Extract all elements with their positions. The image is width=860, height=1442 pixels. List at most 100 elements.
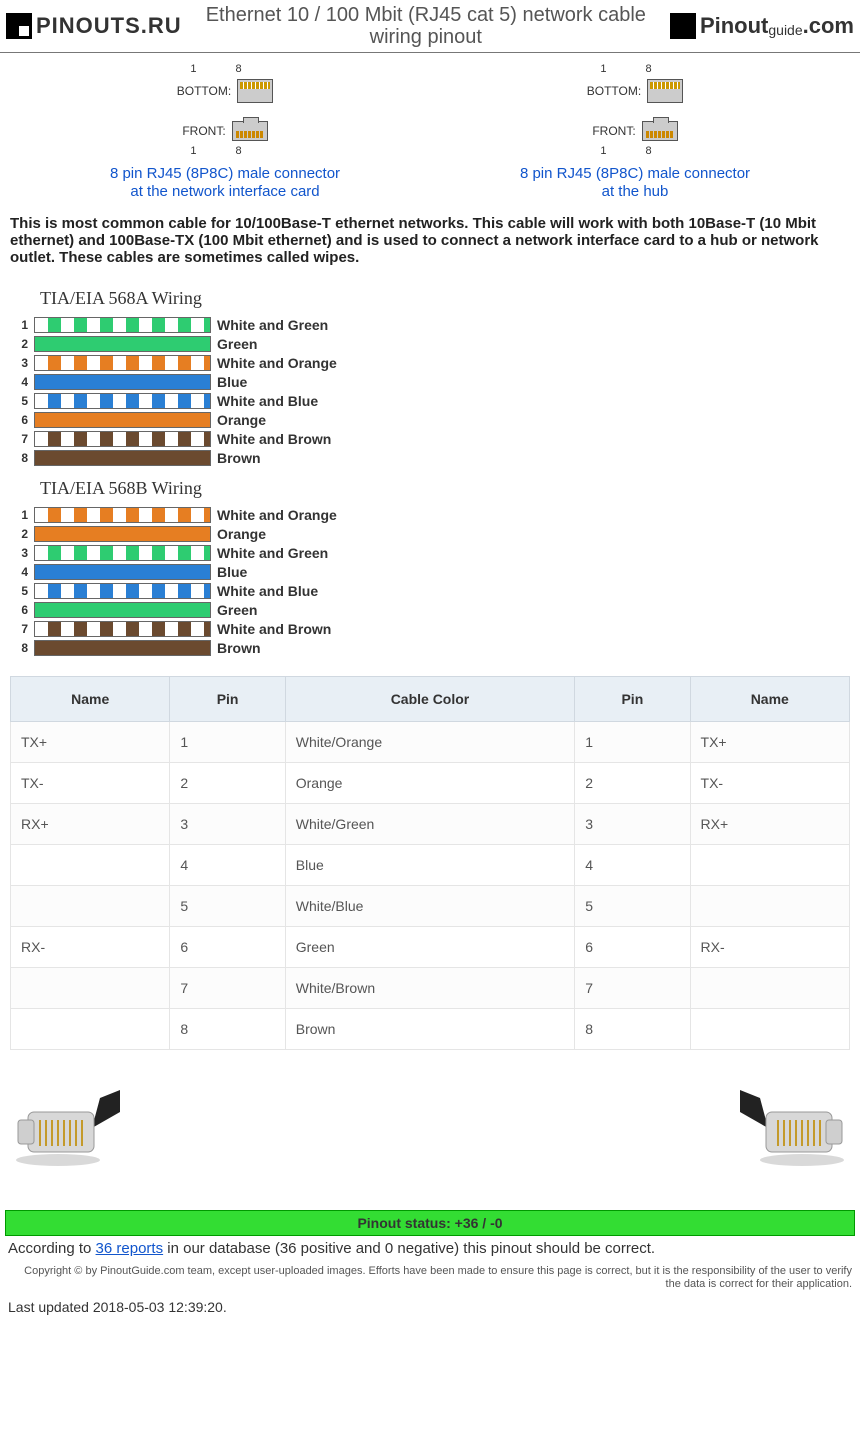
wire-number: 1 <box>10 508 28 522</box>
wire-number: 8 <box>10 451 28 465</box>
wire-label: Blue <box>217 564 247 580</box>
table-cell: Brown <box>285 1009 574 1050</box>
connector-front-icon <box>232 121 268 141</box>
plug-photos <box>0 1060 860 1210</box>
table-cell: RX- <box>11 927 170 968</box>
table-cell: RX- <box>690 927 849 968</box>
wire-label: Orange <box>217 526 266 542</box>
connector-left: 1 8 BOTTOM: FRONT: 1 8 8 pin RJ45 (8P8C)… <box>110 63 340 201</box>
table-cell <box>690 886 849 927</box>
front-label: FRONT: <box>592 124 635 138</box>
front-label: FRONT: <box>182 124 225 138</box>
wire-color-bar <box>34 393 211 409</box>
wire-row: 5 White and Blue <box>10 583 850 599</box>
bottom-label: BOTTOM: <box>177 84 231 98</box>
logo-left-icon <box>6 13 32 39</box>
wire-color-bar <box>34 564 211 580</box>
wire-label: Green <box>217 602 257 618</box>
wire-label: White and Brown <box>217 621 331 637</box>
wire-label: White and Green <box>217 545 328 561</box>
table-cell: 3 <box>575 804 690 845</box>
table-row: 8Brown8 <box>11 1009 850 1050</box>
wire-number: 2 <box>10 527 28 541</box>
table-cell <box>11 1009 170 1050</box>
wire-number: 5 <box>10 584 28 598</box>
table-cell: White/Green <box>285 804 574 845</box>
wire-label: Brown <box>217 640 261 656</box>
table-header: Pin <box>170 677 285 722</box>
rj45-plug-left-icon <box>10 1090 120 1170</box>
wire-number: 3 <box>10 356 28 370</box>
copyright-text: Copyright © by PinoutGuide.com team, exc… <box>0 1261 860 1295</box>
table-header: Name <box>690 677 849 722</box>
wire-row: 2 Orange <box>10 526 850 542</box>
table-cell: Blue <box>285 845 574 886</box>
wire-color-bar <box>34 583 211 599</box>
connector-diagrams: 1 8 BOTTOM: FRONT: 1 8 8 pin RJ45 (8P8C)… <box>0 53 860 209</box>
reports-link[interactable]: 36 reports <box>96 1240 164 1257</box>
wire-row: 4Blue <box>10 374 850 390</box>
pin-numbers-top: 1 8 <box>190 63 259 75</box>
wire-color-bar <box>34 640 211 656</box>
wire-label: White and Orange <box>217 507 337 523</box>
wire-row: 2 Green <box>10 336 850 352</box>
wire-row: 8Brown <box>10 450 850 466</box>
table-cell: 6 <box>575 927 690 968</box>
wire-number: 2 <box>10 337 28 351</box>
wire-number: 4 <box>10 565 28 579</box>
rj45-plug-right-icon <box>740 1090 850 1170</box>
table-cell <box>11 968 170 1009</box>
table-cell: Orange <box>285 763 574 804</box>
table-cell: 4 <box>170 845 285 886</box>
wire-number: 6 <box>10 603 28 617</box>
wire-number: 8 <box>10 641 28 655</box>
status-text: According to 36 reports in our database … <box>0 1236 860 1261</box>
wire-color-bar <box>34 450 211 466</box>
table-row: TX+1White/Orange1TX+ <box>11 722 850 763</box>
wire-color-bar <box>34 336 211 352</box>
wire-row: 4 Blue <box>10 564 850 580</box>
wire-label: White and Blue <box>217 583 318 599</box>
table-cell: 1 <box>170 722 285 763</box>
wire-number: 6 <box>10 413 28 427</box>
wire-color-bar <box>34 602 211 618</box>
wire-color-bar <box>34 317 211 333</box>
wire-row: 7White and Brown <box>10 621 850 637</box>
wire-label: Blue <box>217 374 247 390</box>
wire-row: 6Orange <box>10 412 850 428</box>
table-row: 7White/Brown7 <box>11 968 850 1009</box>
wiring-568a-title: TIA/EIA 568A Wiring <box>40 288 850 309</box>
table-body: TX+1White/Orange1TX+TX-2Orange2TX-RX+3Wh… <box>11 722 850 1050</box>
wire-color-bar <box>34 545 211 561</box>
wire-row: 7White and Brown <box>10 431 850 447</box>
table-header-row: NamePinCable ColorPinName <box>11 677 850 722</box>
table-header: Name <box>11 677 170 722</box>
connector-right-link[interactable]: 8 pin RJ45 (8P8C) male connectorat the h… <box>520 165 750 201</box>
last-updated: Last updated 2018-05-03 12:39:20. <box>0 1295 860 1331</box>
table-cell: 5 <box>575 886 690 927</box>
wire-color-bar <box>34 355 211 371</box>
logo-pinouts-ru[interactable]: PINOUTS.RU <box>6 13 182 39</box>
pin-numbers-bottom: 1 8 <box>190 145 259 157</box>
wire-label: Green <box>217 336 257 352</box>
wire-row: 3White and Orange <box>10 355 850 371</box>
table-cell: TX+ <box>11 722 170 763</box>
table-cell <box>11 845 170 886</box>
logo-pinoutguide[interactable]: Pinoutguide.com <box>670 13 854 39</box>
wiring-568b: TIA/EIA 568B Wiring 1White and Orange2Or… <box>0 478 860 656</box>
wire-label: White and Brown <box>217 431 331 447</box>
wiring-568a: TIA/EIA 568A Wiring 1White and Green2Gre… <box>0 288 860 466</box>
connector-left-link[interactable]: 8 pin RJ45 (8P8C) male connectorat the n… <box>110 165 340 201</box>
table-cell: 7 <box>575 968 690 1009</box>
wire-number: 3 <box>10 546 28 560</box>
intro-paragraph: This is most common cable for 10/100Base… <box>0 209 860 276</box>
wire-number: 1 <box>10 318 28 332</box>
connector-bottom-icon <box>647 79 683 103</box>
table-cell: 4 <box>575 845 690 886</box>
wire-row: 3 White and Green <box>10 545 850 561</box>
wire-row: 8 Brown <box>10 640 850 656</box>
wire-color-bar <box>34 526 211 542</box>
table-cell: Green <box>285 927 574 968</box>
pin-numbers-bottom: 1 8 <box>600 145 669 157</box>
wire-color-bar <box>34 621 211 637</box>
